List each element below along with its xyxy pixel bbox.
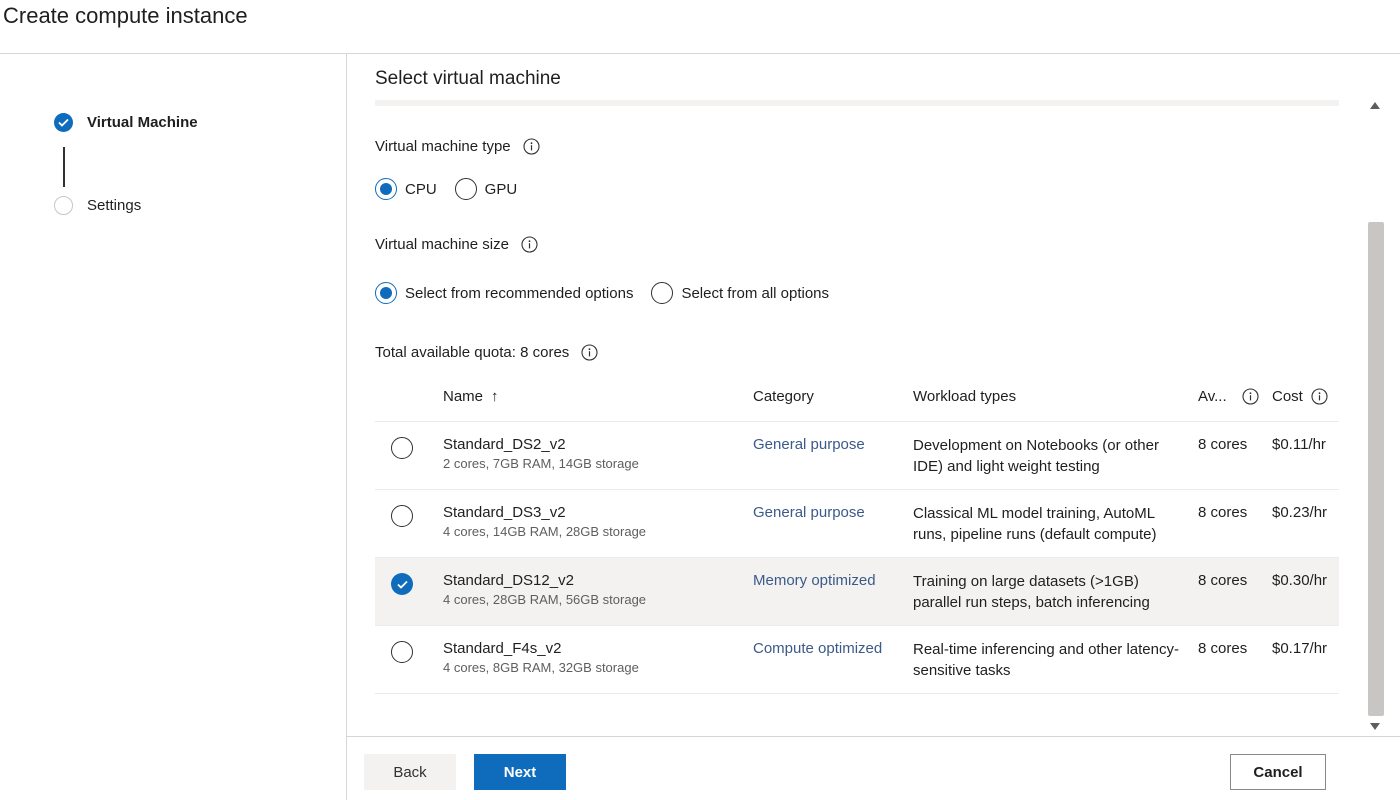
- page-title: Create compute instance: [3, 3, 248, 28]
- step-label-settings: Settings: [87, 197, 142, 214]
- radio-all-options-label: Select from all options: [681, 284, 830, 302]
- vm-spec: 4 cores, 8GB RAM, 32GB storage: [443, 660, 639, 675]
- vm-name: Standard_DS12_v2: [443, 572, 574, 589]
- vm-spec: 4 cores, 28GB RAM, 56GB storage: [443, 592, 647, 607]
- quota-label-text: Total available quota: 8 cores: [375, 344, 570, 361]
- info-icon[interactable]: [1242, 388, 1259, 405]
- vm-name: Standard_F4s_v2: [443, 640, 562, 657]
- vm-cost: $0.11/hr: [1272, 436, 1326, 453]
- step-pending-icon: [54, 196, 73, 215]
- radio-recommended[interactable]: [375, 282, 397, 304]
- radio-gpu-label: GPU: [484, 180, 518, 198]
- radio-all-options[interactable]: [651, 282, 674, 304]
- column-header-name[interactable]: Name ↑: [443, 388, 499, 405]
- vertical-scrollbar[interactable]: [1366, 100, 1386, 732]
- step-settings[interactable]: Settings: [54, 196, 141, 215]
- row-radio[interactable]: [391, 505, 413, 527]
- scrollbar-thumb[interactable]: [1368, 222, 1384, 716]
- table-row[interactable]: Standard_DS3_v2 4 cores, 14GB RAM, 28GB …: [375, 490, 1339, 558]
- vm-category: General purpose: [753, 504, 865, 521]
- vm-available: 8 cores: [1198, 504, 1248, 521]
- table-row[interactable]: Standard_DS2_v2 2 cores, 7GB RAM, 14GB s…: [375, 422, 1339, 490]
- vm-workload: Development on Notebooks (or other IDE) …: [913, 437, 1159, 475]
- column-header-name-text: Name: [443, 388, 484, 405]
- vm-size-radio-group: Select from recommended options Select f…: [375, 282, 847, 304]
- table-header: Name ↑ Category Workload types Av... Cos…: [375, 372, 1339, 422]
- column-header-available-text: Av...: [1198, 388, 1227, 405]
- info-icon[interactable]: [523, 138, 540, 155]
- vm-size-table: Name ↑ Category Workload types Av... Cos…: [375, 372, 1339, 694]
- vm-spec: 4 cores, 14GB RAM, 28GB storage: [443, 524, 647, 539]
- vm-type-label: Virtual machine type: [375, 138, 540, 155]
- radio-cpu[interactable]: [375, 178, 397, 200]
- vm-available: 8 cores: [1198, 436, 1248, 453]
- table-row-selected[interactable]: Standard_DS12_v2 4 cores, 28GB RAM, 56GB…: [375, 558, 1339, 626]
- vm-name: Standard_DS2_v2: [443, 436, 566, 453]
- vm-spec: 2 cores, 7GB RAM, 14GB storage: [443, 456, 639, 471]
- sort-ascending-icon: ↑: [491, 388, 499, 405]
- step-label-virtual-machine: Virtual Machine: [87, 114, 198, 131]
- vm-workload: Training on large datasets (>1GB) parall…: [913, 573, 1150, 611]
- vm-available: 8 cores: [1198, 640, 1248, 657]
- check-icon: [54, 113, 73, 132]
- table-row[interactable]: Standard_F4s_v2 4 cores, 8GB RAM, 32GB s…: [375, 626, 1339, 694]
- cancel-button[interactable]: Cancel: [1230, 754, 1326, 790]
- vm-name-cell: Standard_DS2_v2 2 cores, 7GB RAM, 14GB s…: [443, 436, 639, 471]
- vm-category: Compute optimized: [753, 640, 883, 657]
- radio-recommended-label: Select from recommended options: [405, 284, 634, 302]
- quota-label: Total available quota: 8 cores: [375, 344, 598, 361]
- main-panel: Select virtual machine Virtual machine t…: [347, 54, 1400, 736]
- radio-gpu[interactable]: [454, 178, 477, 200]
- wizard-stepper: Virtual Machine Settings: [0, 54, 347, 800]
- vm-category: General purpose: [753, 436, 865, 453]
- vm-cost: $0.23/hr: [1272, 504, 1328, 521]
- column-header-cost[interactable]: Cost: [1272, 388, 1328, 405]
- vm-name-cell: Standard_DS12_v2 4 cores, 28GB RAM, 56GB…: [443, 572, 646, 607]
- column-header-available[interactable]: Av...: [1198, 388, 1259, 405]
- vm-size-label-text: Virtual machine size: [375, 236, 509, 253]
- step-connector: [63, 147, 65, 187]
- info-icon[interactable]: [1311, 388, 1328, 405]
- vm-workload: Classical ML model training, AutoML runs…: [913, 505, 1157, 543]
- column-header-cost-text: Cost: [1272, 388, 1303, 405]
- vm-type-radio-group: CPU GPU: [375, 178, 535, 200]
- page-header: Create compute instance: [0, 0, 1400, 54]
- vm-size-label: Virtual machine size: [375, 236, 538, 253]
- vm-name: Standard_DS3_v2: [443, 504, 566, 521]
- vm-cost: $0.30/hr: [1272, 572, 1328, 589]
- scroll-down-arrow-icon[interactable]: [1370, 723, 1380, 730]
- info-icon[interactable]: [521, 236, 538, 253]
- footer-bar: Back Next Cancel: [347, 736, 1400, 800]
- column-header-category[interactable]: Category: [753, 388, 814, 405]
- row-radio[interactable]: [391, 437, 413, 459]
- selected-check-icon[interactable]: [391, 573, 413, 595]
- scroll-up-arrow-icon[interactable]: [1370, 102, 1380, 109]
- vm-name-cell: Standard_F4s_v2 4 cores, 8GB RAM, 32GB s…: [443, 640, 639, 675]
- info-icon[interactable]: [581, 344, 598, 361]
- row-radio[interactable]: [391, 641, 413, 663]
- vm-category: Memory optimized: [753, 572, 876, 589]
- column-header-workload[interactable]: Workload types: [913, 388, 1016, 405]
- step-virtual-machine[interactable]: Virtual Machine: [54, 113, 198, 132]
- next-button[interactable]: Next: [474, 754, 566, 790]
- radio-cpu-label: CPU: [405, 180, 437, 198]
- back-button[interactable]: Back: [364, 754, 456, 790]
- vm-available: 8 cores: [1198, 572, 1248, 589]
- vm-cost: $0.17/hr: [1272, 640, 1328, 657]
- vm-workload: Real-time inferencing and other latency-…: [913, 641, 1179, 679]
- section-title: Select virtual machine: [375, 68, 561, 89]
- title-divider: [375, 100, 1339, 106]
- vm-name-cell: Standard_DS3_v2 4 cores, 14GB RAM, 28GB …: [443, 504, 646, 539]
- vm-type-label-text: Virtual machine type: [375, 138, 511, 155]
